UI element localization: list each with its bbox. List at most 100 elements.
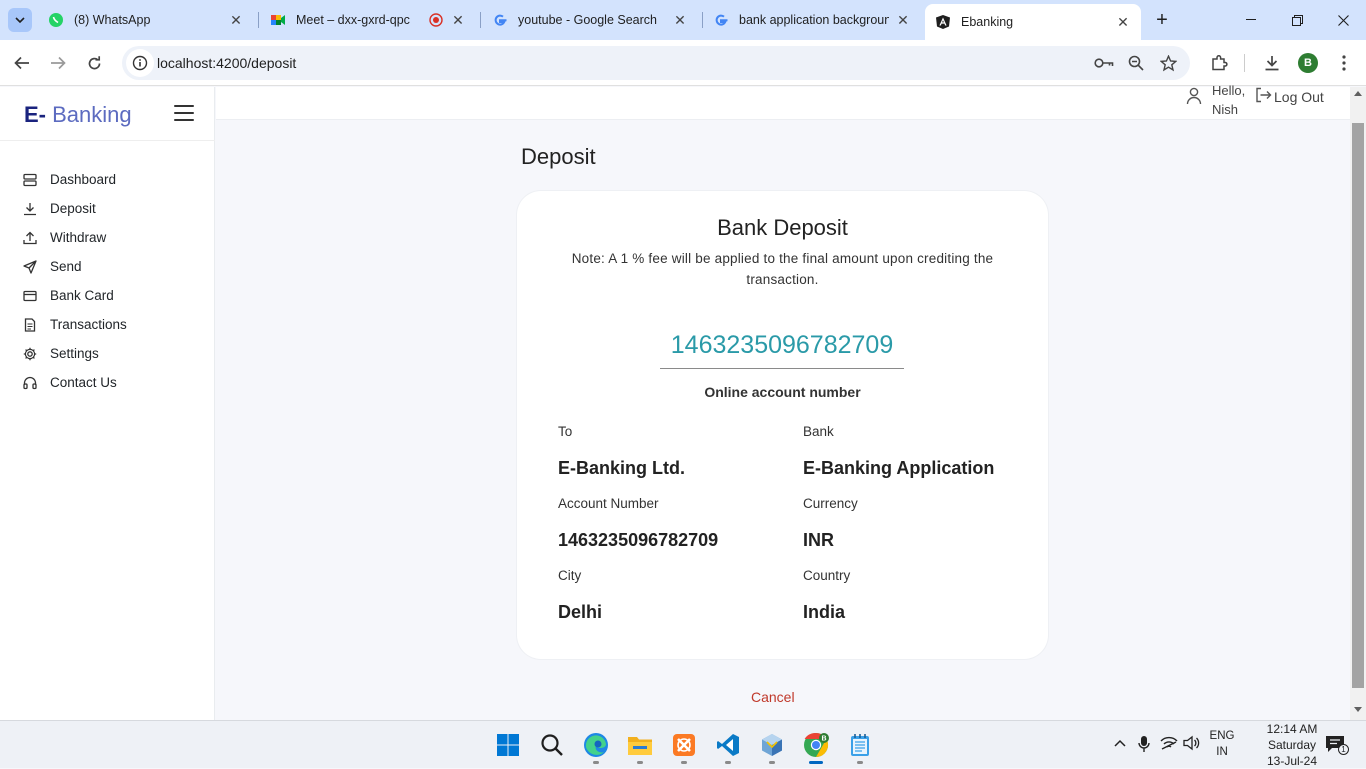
fee-note: Note: A 1 % fee will be applied to the f…: [571, 251, 994, 287]
search-icon[interactable]: [538, 731, 566, 759]
sidebar-item-label: Settings: [50, 346, 99, 361]
page-scrollbar[interactable]: [1350, 87, 1366, 720]
close-icon[interactable]: ✕: [450, 12, 466, 28]
hamburger-menu-icon[interactable]: [174, 105, 194, 121]
back-button[interactable]: [8, 49, 36, 77]
sidebar-item-transactions[interactable]: Transactions: [0, 310, 215, 339]
restore-button[interactable]: [1274, 0, 1320, 40]
sidebar-item-label: Transactions: [50, 317, 127, 332]
running-indicator: [637, 761, 643, 764]
greeting-text: Hello,: [1212, 83, 1246, 98]
tab-whatsapp[interactable]: (8) WhatsApp ✕: [38, 6, 254, 34]
browser-tab-strip: (8) WhatsApp ✕ Meet – dxx-gxrd-qpc ✕ you…: [0, 0, 1366, 40]
sidebar-item-label: Deposit: [50, 201, 96, 216]
google-icon: [492, 12, 508, 28]
downloads-button[interactable]: [1258, 49, 1286, 77]
tab-title: youtube - Google Search: [518, 13, 657, 27]
file-explorer-icon[interactable]: [626, 731, 654, 764]
vscode-icon[interactable]: [714, 731, 742, 764]
running-indicator: [593, 761, 599, 764]
sidebar-item-send[interactable]: Send: [0, 252, 215, 281]
address-bar[interactable]: localhost:4200/deposit: [122, 46, 1190, 80]
region-code: IN: [1216, 746, 1228, 758]
city-label: City: [558, 568, 582, 583]
tab-title: Meet – dxx-gxrd-qpc: [296, 13, 410, 27]
language-indicator[interactable]: ENG IN: [1206, 728, 1238, 760]
sidebar-item-bank-card[interactable]: Bank Card: [0, 281, 215, 310]
reload-button[interactable]: [80, 49, 108, 77]
password-key-icon[interactable]: [1094, 53, 1114, 73]
account-caption: Online account number: [704, 384, 861, 400]
user-menu[interactable]: Hello, Nish: [1186, 81, 1248, 119]
tab-bank-background[interactable]: bank application backgroun ✕: [703, 6, 921, 34]
bookmark-star-icon[interactable]: [1158, 53, 1178, 73]
notifications-icon[interactable]: 1: [1324, 733, 1349, 755]
site-info-button[interactable]: [126, 49, 154, 77]
city-value: Delhi: [558, 602, 603, 622]
app-header: Hello, Nish Log Out: [216, 83, 1350, 120]
microphone-icon[interactable]: [1136, 735, 1152, 753]
sidebar-nav: Dashboard Deposit Withdraw Send Bank Car…: [0, 165, 215, 397]
volume-icon[interactable]: [1183, 735, 1201, 751]
download-icon: [1265, 56, 1279, 71]
sidebar-item-label: Bank Card: [50, 288, 114, 303]
new-tab-button[interactable]: +: [1150, 8, 1174, 32]
tab-meet[interactable]: Meet – dxx-gxrd-qpc ✕: [260, 6, 476, 34]
toolbar-divider: [1244, 54, 1245, 72]
tab-separator: [258, 12, 259, 28]
clock-date: 13-Jul-24: [1266, 754, 1318, 768]
cancel-link[interactable]: Cancel: [751, 689, 795, 705]
kebab-menu-icon: [1342, 55, 1346, 71]
sidebar-item-contact-us[interactable]: Contact Us: [0, 368, 215, 397]
close-window-button[interactable]: [1320, 0, 1366, 40]
close-icon[interactable]: ✕: [672, 12, 688, 28]
close-icon[interactable]: ✕: [1115, 14, 1131, 30]
running-indicator: [769, 761, 775, 764]
zoom-icon[interactable]: [1126, 53, 1146, 73]
user-icon: [1186, 87, 1202, 110]
logout-button[interactable]: Log Out: [1255, 87, 1324, 106]
tab-search-button[interactable]: [8, 8, 32, 32]
minimize-icon: [1246, 19, 1256, 20]
close-icon: [1337, 14, 1349, 26]
sidebar: E- Banking Dashboard Deposit Withdraw Se…: [0, 87, 215, 720]
minimize-button[interactable]: [1228, 0, 1274, 40]
tab-youtube-search[interactable]: youtube - Google Search ✕: [482, 6, 698, 34]
chrome-icon[interactable]: B: [802, 731, 830, 764]
upload-icon: [23, 231, 37, 245]
notepad-icon[interactable]: [846, 731, 874, 764]
sidebar-item-deposit[interactable]: Deposit: [0, 194, 215, 223]
account-number-display[interactable]: 1463235096782709: [660, 331, 904, 369]
account-number-value: 1463235096782709: [558, 530, 719, 550]
url-text[interactable]: localhost:4200/deposit: [157, 55, 296, 71]
tab-ebanking[interactable]: Ebanking ✕: [925, 4, 1141, 40]
scroll-up-arrow-icon[interactable]: [1354, 91, 1362, 96]
extensions-button[interactable]: [1205, 49, 1233, 77]
language-code: ENG: [1209, 730, 1235, 742]
close-icon[interactable]: ✕: [228, 12, 244, 28]
bank-label: Bank: [803, 424, 834, 439]
brand-logo[interactable]: E- Banking: [24, 102, 132, 128]
account-number-label: Account Number: [558, 496, 659, 511]
xampp-icon[interactable]: [670, 731, 698, 764]
sidebar-divider: [0, 140, 215, 141]
profile-avatar[interactable]: B: [1298, 53, 1318, 73]
sidebar-item-withdraw[interactable]: Withdraw: [0, 223, 215, 252]
browser-menu-button[interactable]: [1330, 49, 1358, 77]
windows-start-icon[interactable]: [494, 731, 522, 759]
virtualbox-icon[interactable]: [758, 731, 786, 764]
sidebar-item-settings[interactable]: Settings: [0, 339, 215, 368]
show-hidden-icons-chevron-up-icon[interactable]: [1112, 735, 1128, 751]
close-icon[interactable]: ✕: [895, 12, 911, 28]
scrollbar-thumb[interactable]: [1352, 123, 1364, 688]
sidebar-item-dashboard[interactable]: Dashboard: [0, 165, 215, 194]
sidebar-item-label: Dashboard: [50, 172, 117, 187]
dashboard-icon: [23, 173, 37, 187]
edge-icon[interactable]: [582, 731, 610, 764]
scroll-down-arrow-icon[interactable]: [1354, 707, 1362, 712]
chevron-down-icon: [15, 17, 25, 24]
forward-button[interactable]: [44, 49, 72, 77]
wifi-icon[interactable]: [1160, 735, 1178, 751]
currency-label: Currency: [803, 496, 858, 511]
browser-toolbar: localhost:4200/deposit B: [0, 40, 1366, 86]
